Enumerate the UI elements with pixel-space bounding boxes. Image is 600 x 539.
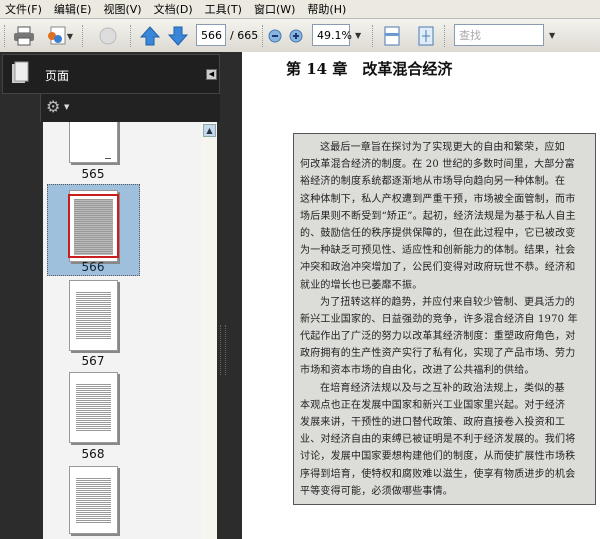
arrow-down-icon (168, 26, 188, 46)
gear-icon[interactable]: ⚙ (46, 97, 60, 116)
arrow-up-icon (140, 26, 160, 46)
globe-icon (99, 27, 117, 45)
zoom-dropdown-chevron-icon[interactable]: ▼ (355, 31, 361, 40)
menu-help[interactable]: 帮助(H) (307, 1, 346, 17)
toolbar-divider (372, 25, 374, 47)
menu-edit[interactable]: 编辑(E) (54, 1, 92, 17)
zoom-level-input[interactable]: 49.1% (312, 24, 352, 46)
thumbnail-page[interactable] (69, 372, 118, 443)
thumbnail-label: 567 (81, 354, 105, 368)
text-line: 这种体制下，私人产权遭到严重干预，市场被全面管制，而市 (300, 193, 576, 205)
menu-file[interactable]: 文件(F) (5, 1, 42, 17)
thumbnail-page[interactable] (69, 466, 118, 534)
fit-width-icon (384, 26, 400, 46)
text-line: 的、鼓励信任的秩序提供保障的，但在此过程中，它已被改变 (300, 227, 576, 239)
fit-page-button[interactable] (416, 26, 436, 46)
text-line: 新兴工业国家的、日益强劲的竞争，许多混合经济自 1970 年 (300, 313, 578, 325)
zoom-out-icon (268, 29, 282, 43)
zoom-in-icon (289, 29, 303, 43)
text-line: 这最后一章旨在探讨为了实现更大的自由和繁荣，应如 (320, 142, 565, 153)
pages-panel-header: 页面 ◀ (2, 54, 220, 94)
collaborate-button[interactable]: ▼ (43, 26, 75, 46)
menu-view[interactable]: 视图(V) (103, 1, 141, 17)
fit-width-button[interactable] (382, 26, 402, 46)
zoom-in-button[interactable] (288, 26, 304, 46)
text-line: 业、对经济自由的束缚已被证明是不利于经济发展的。我们将 (300, 434, 576, 446)
text-line: 代起作出了广泛的努力以改革其经济制度：重塑政府角色，对 (300, 331, 576, 343)
zoom-out-button[interactable] (267, 26, 283, 46)
thumbnail-list[interactable]: 565 566 567 568 (43, 122, 201, 539)
text-line: 在培育经济法规以及与之互补的政治法规上，类似的基 (320, 382, 565, 394)
text-line: 序得到培育，使特权和腐败难以滋生，使享有物质进步的机会 (300, 468, 576, 480)
thumbnail-page[interactable] (69, 280, 118, 351)
pages-icon (12, 61, 29, 83)
toolbar: ▼ 566 / 665 49.1% ▼ 查找 ▼ (0, 18, 600, 52)
web-button (95, 26, 121, 46)
thumbnail-page[interactable] (69, 122, 118, 163)
menu-bar: 文件(F) 编辑(E) 视图(V) 文档(D) 工具(T) 窗口(W) 帮助(H… (0, 0, 600, 18)
pane-splitter-handle[interactable] (220, 325, 226, 375)
toolbar-divider (444, 25, 446, 47)
text-line: 何改革混合经济的制度。在 20 世纪的多数时间里，大部分富 (300, 159, 575, 171)
text-line: 本观点也正在发展中国家和新兴工业国家里兴起。对于经济 (300, 399, 566, 411)
share-people-icon (47, 26, 66, 45)
toolbar-divider (82, 25, 84, 47)
collapse-panel-button[interactable]: ◀ (206, 69, 217, 80)
page-total: / 665 (230, 29, 259, 42)
panel-title: 页面 (45, 69, 70, 83)
scanned-page-image: 这最后一章旨在探讨为了实现更大的自由和繁荣，应如何改革混合经济的制度。在 20 … (293, 133, 596, 505)
thumbnail-label: 565 (81, 167, 105, 181)
panel-options-bar: ⚙ ▼ (40, 94, 220, 122)
text-line: 场后果则不断受到“矫正”。起初，经济法规是为基于私人自主 (300, 210, 576, 222)
text-line: 平等变得可能，必须做哪些事情。 (300, 485, 453, 497)
text-line: 就业的增长也已萎靡不振。 (300, 279, 423, 291)
previous-page-button[interactable] (138, 26, 162, 46)
menu-tools[interactable]: 工具(T) (205, 1, 242, 17)
thumbnail-scrollbar[interactable] (201, 122, 217, 539)
toolbar-divider (262, 25, 264, 47)
page-number-input[interactable]: 566 (196, 24, 226, 46)
search-input[interactable]: 查找 (454, 24, 544, 46)
text-line: 为一种缺乏可预见性、适应性和创新能力的体制。结果，社会 (300, 245, 576, 257)
text-line: 裕经济的制度系统都逐渐地从市场导向趋向另一种体制。在 (300, 176, 566, 188)
text-line: 发展来讲，干预性的进口替代政策、政府直接卷入投资和工 (300, 417, 566, 428)
chevron-down-icon[interactable]: ▼ (64, 103, 69, 111)
next-page-button[interactable] (166, 26, 190, 46)
chevron-down-icon: ▼ (66, 31, 74, 41)
text-line: 为了扭转这样的趋势，并应付来自较少管制、更具活力的 (320, 296, 575, 308)
toolbar-divider (130, 25, 132, 47)
fit-page-icon (418, 26, 434, 46)
scroll-up-button[interactable]: ▲ (203, 124, 216, 137)
chapter-title: 第 14 章 改革混合经济 (286, 60, 453, 78)
menu-window[interactable]: 窗口(W) (254, 1, 295, 17)
thumbnail-label: 566 (81, 260, 105, 274)
menu-document[interactable]: 文档(D) (154, 1, 193, 17)
text-line: 讨论，发展中国家要想构建他们的制度，从而使扩展性市场秩 (300, 451, 576, 463)
text-line: 冲突和政治冲突增加了，公民们变得对政府玩世不恭。经济和 (300, 262, 576, 274)
text-line: 市场和资本市场的自由化，改进了公共福利的供给。 (300, 365, 535, 377)
print-button[interactable] (12, 26, 36, 46)
text-line: 政府拥有的生产性资产实行了私有化，实现了产品市场、劳力 (300, 348, 576, 360)
search-dropdown-chevron-icon[interactable]: ▼ (549, 31, 555, 40)
thumbnail-label: 568 (81, 447, 105, 461)
visible-area-frame[interactable] (68, 194, 119, 258)
printer-icon (14, 26, 34, 46)
toolbar-grip (4, 25, 6, 47)
